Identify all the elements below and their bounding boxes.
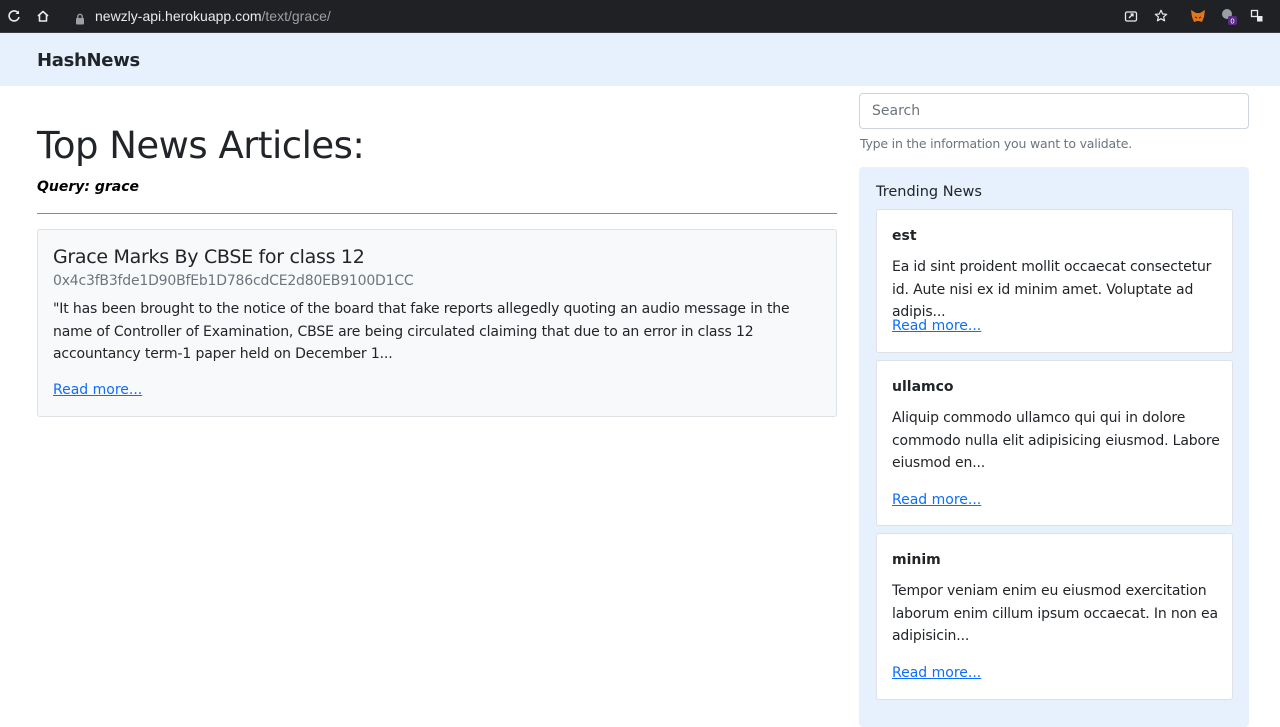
lock-icon [75, 10, 85, 29]
article-excerpt: "It has been brought to the notice of th… [53, 301, 790, 363]
trending-card-title: est [892, 228, 917, 244]
article-read-more-link[interactable]: Read more... [53, 382, 142, 398]
url-host: newzly-api.herokuapp.com [95, 8, 262, 24]
trending-title: Trending News [876, 184, 982, 200]
trending-card-text: Ea id sint proident mollit occaecat cons… [892, 259, 1212, 321]
share-icon[interactable] [1121, 6, 1141, 26]
extension-badge-count: 0 [1230, 18, 1234, 26]
browser-toolbar: newzly-api.herokuapp.com/text/grace/ 0 [0, 0, 1280, 33]
reload-icon[interactable] [4, 6, 24, 26]
url-text: newzly-api.herokuapp.com/text/grace/ [95, 8, 331, 24]
site-navbar: HashNews [0, 33, 1280, 86]
trending-card-text: Aliquip commodo ullamco qui qui in dolor… [892, 410, 1220, 472]
metamask-extension-icon[interactable] [1188, 6, 1208, 26]
home-icon[interactable] [33, 6, 53, 26]
query-label: Query: grace [37, 179, 140, 195]
brand-logo[interactable]: HashNews [37, 50, 140, 71]
page-title: Top News Articles: [37, 124, 365, 167]
search-input[interactable] [859, 93, 1249, 129]
trending-card-title: minim [892, 552, 941, 568]
search-help-text: Type in the information you want to vali… [860, 136, 1132, 151]
trending-read-more-link[interactable]: Read more... [892, 492, 981, 508]
extensions-puzzle-icon[interactable] [1247, 6, 1267, 26]
article-title: Grace Marks By CBSE for class 12 [53, 246, 365, 268]
trending-card: est Ea id sint proident mollit occaecat … [876, 209, 1233, 353]
article-card: Grace Marks By CBSE for class 12 0x4c3fB… [37, 229, 837, 417]
address-bar[interactable]: newzly-api.herokuapp.com/text/grace/ [62, 2, 1180, 30]
trending-news-panel: Trending News est Ea id sint proident mo… [859, 167, 1249, 727]
divider [37, 213, 837, 214]
extension-badge-icon[interactable]: 0 [1218, 6, 1238, 26]
star-icon[interactable] [1151, 6, 1171, 26]
trending-read-more-link[interactable]: Read more... [892, 318, 981, 334]
url-path: /text/grace/ [261, 8, 331, 24]
article-hash: 0x4c3fB3fde1D90BfEb1D786cdCE2d80EB9100D1… [53, 273, 414, 289]
trending-card: ullamco Aliquip commodo ullamco qui qui … [876, 360, 1233, 526]
trending-card-title: ullamco [892, 379, 954, 395]
trending-read-more-link[interactable]: Read more... [892, 665, 981, 681]
trending-card: minim Tempor veniam enim eu eiusmod exer… [876, 533, 1233, 700]
trending-card-text: Tempor veniam enim eu eiusmod exercitati… [892, 583, 1218, 645]
